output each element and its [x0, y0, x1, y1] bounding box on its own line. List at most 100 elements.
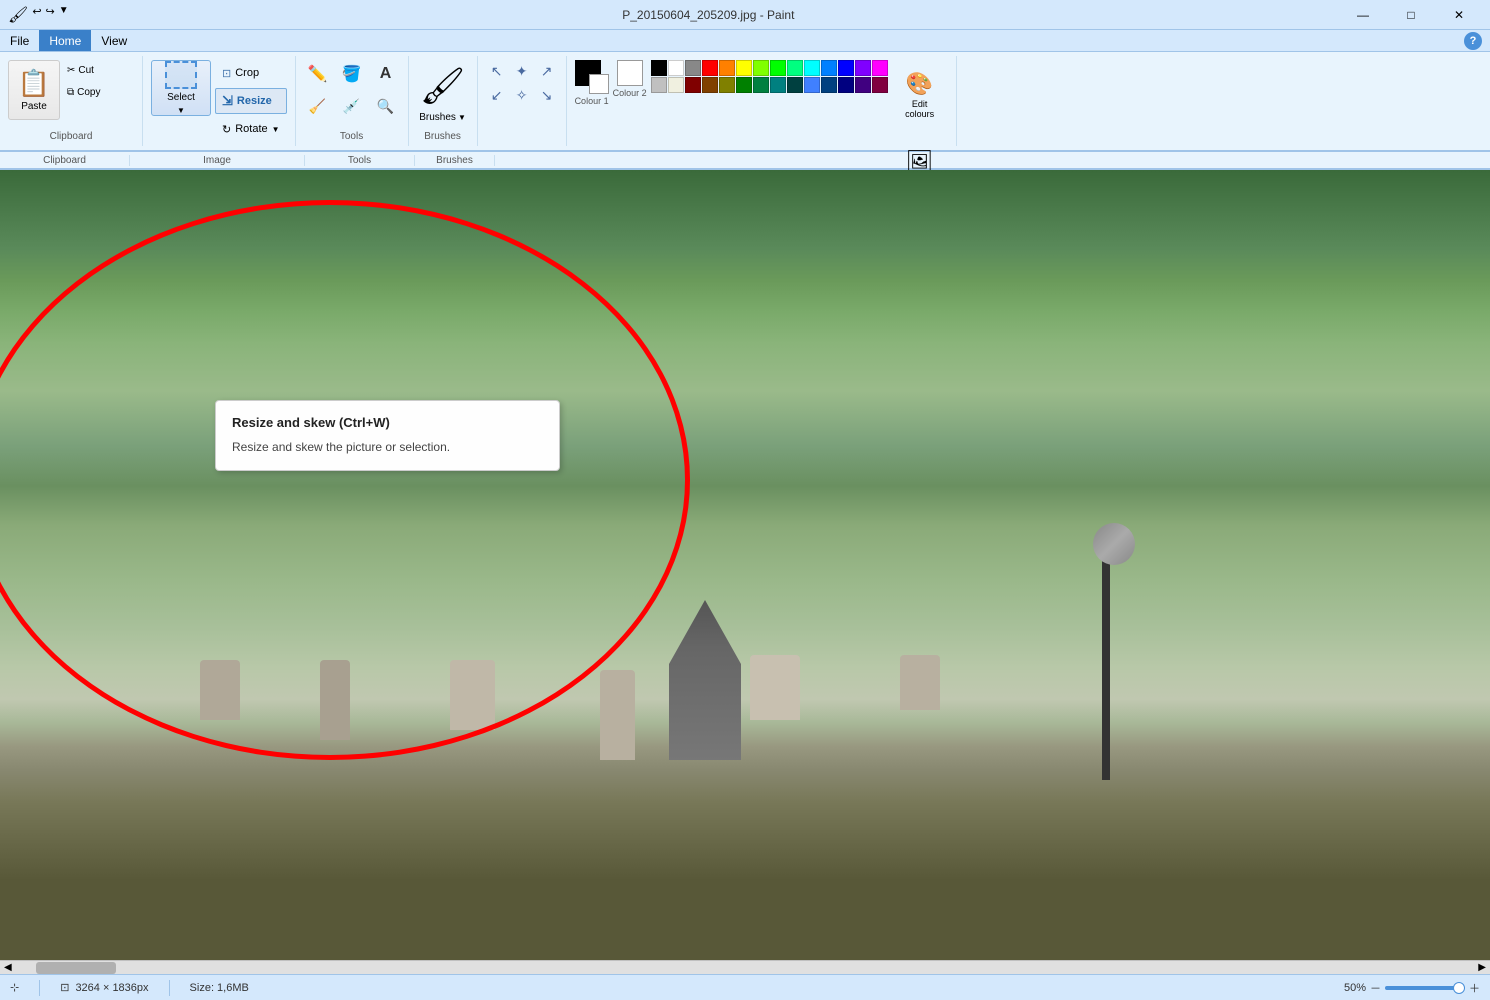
maximize-button[interactable]: □	[1388, 0, 1434, 30]
statusbar-sep-1	[39, 980, 40, 996]
zoom-bar: 50% － ＋	[1344, 980, 1480, 996]
color-cream[interactable]	[668, 77, 684, 93]
color-dcyan[interactable]	[770, 77, 786, 93]
color-magenta[interactable]	[872, 77, 888, 93]
ribbon-content: 📋 Paste ✂ Cut ⧉ Copy Clipboard	[0, 52, 1490, 152]
horizontal-scrollbar[interactable]: ◀ ▶	[0, 960, 1490, 974]
crop-button[interactable]: ⊡ Crop	[215, 60, 287, 86]
color-cyan[interactable]	[804, 60, 820, 76]
select-dropdown-icon: ▼	[177, 106, 185, 115]
shape-arrow3[interactable]: ↙	[486, 84, 508, 106]
statusbar-dimensions-section: ⊡ 3264 × 1836px	[60, 981, 148, 994]
menu-file[interactable]: File	[0, 30, 39, 51]
statusbar-filesize: Size: 1,6MB	[190, 982, 249, 994]
scrollbar-thumb[interactable]	[36, 962, 116, 974]
zoom-minus-button[interactable]: －	[1370, 980, 1381, 996]
color-black[interactable]	[651, 60, 667, 76]
color-dlteal[interactable]	[787, 77, 803, 93]
tombstone-1	[200, 660, 240, 720]
lamp-head	[1093, 523, 1135, 565]
text-tool[interactable]: A	[372, 60, 400, 88]
copy-icon: ⧉	[67, 87, 74, 98]
copy-button[interactable]: ⧉ Copy	[64, 82, 134, 102]
shapes-section: ↖ ✦ ↗ ↙ ✧ ↘	[478, 56, 567, 146]
color-white[interactable]	[668, 60, 684, 76]
shape-star[interactable]: ✧	[511, 84, 533, 106]
color-sky[interactable]	[804, 77, 820, 93]
clipboard-section: 📋 Paste ✂ Cut ⧉ Copy Clipboard	[0, 56, 143, 146]
colorpick-tool[interactable]: 💉	[338, 92, 366, 120]
clipboard-label: Clipboard	[50, 131, 93, 142]
color-purple[interactable]	[855, 60, 871, 76]
color-row-2	[651, 77, 888, 93]
minimize-button[interactable]: —	[1340, 0, 1386, 30]
tombstone-2	[320, 660, 350, 740]
crop-icon: ⊡	[222, 67, 231, 80]
zoom-plus-button[interactable]: ＋	[1469, 980, 1480, 996]
shape-arrow2[interactable]: ↗	[536, 60, 558, 82]
color-yellow[interactable]	[736, 60, 752, 76]
ribbon-labels: Clipboard Image Tools Brushes	[0, 152, 1490, 170]
close-button[interactable]: ✕	[1436, 0, 1482, 30]
pencil-tool[interactable]: ✏️	[304, 60, 332, 88]
brushes-section-label: Brushes	[424, 131, 461, 142]
scroll-left-button[interactable]: ◀	[0, 962, 16, 973]
colour2-group: Colour 2	[613, 60, 647, 98]
color-olive[interactable]	[719, 77, 735, 93]
scroll-right-button[interactable]: ▶	[1474, 962, 1490, 973]
help-icon[interactable]: ?	[1464, 32, 1482, 50]
eraser-tool[interactable]: 🧹	[304, 92, 332, 120]
color-green[interactable]	[770, 60, 786, 76]
edit-colours-icon: 🎨	[906, 71, 933, 97]
paste-label: Paste	[21, 101, 47, 112]
shape-sparkle[interactable]: ✦	[511, 60, 533, 82]
zoom-slider-thumb[interactable]	[1453, 982, 1465, 994]
color-indigo[interactable]	[855, 77, 871, 93]
statusbar: ⊹ ⊡ 3264 × 1836px Size: 1,6MB 50% － ＋	[0, 974, 1490, 1000]
fill-tool[interactable]: 🪣	[338, 60, 366, 88]
color-lblue[interactable]	[821, 60, 837, 76]
scissors-icon: ✂	[67, 65, 75, 76]
color-maroon[interactable]	[685, 77, 701, 93]
shape-arrow1[interactable]: ↖	[486, 60, 508, 82]
color-blue[interactable]	[838, 60, 854, 76]
color-dblue[interactable]	[821, 77, 837, 93]
colour1-fg	[589, 74, 609, 94]
color-orange[interactable]	[719, 60, 735, 76]
image-right-group: ⊡ Crop ⇲ Resize ↻ Rotate ▼	[215, 60, 287, 142]
resize-button[interactable]: ⇲ Resize	[215, 88, 287, 114]
rotate-button[interactable]: ↻ Rotate ▼	[215, 116, 287, 142]
color-teal[interactable]	[787, 60, 803, 76]
shape-arrow4[interactable]: ↘	[536, 84, 558, 106]
color-lime[interactable]	[753, 60, 769, 76]
color-lgray[interactable]	[651, 77, 667, 93]
statusbar-zoom: 50%	[1344, 982, 1366, 994]
select-group: Select ▼	[151, 60, 211, 116]
paste-button[interactable]: 📋 Paste	[8, 60, 60, 120]
menu-home[interactable]: Home	[39, 30, 91, 51]
clipboard-small-buttons: ✂ Cut ⧉ Copy	[64, 60, 134, 102]
magnify-tool[interactable]: 🔍	[372, 92, 400, 120]
brushes-dropdown-icon: ▼	[458, 113, 466, 122]
colour1-swatch[interactable]	[575, 60, 609, 94]
colour1-label: Colour 1	[575, 96, 609, 106]
color-red[interactable]	[702, 60, 718, 76]
color-brown[interactable]	[702, 77, 718, 93]
color-pink[interactable]	[872, 60, 888, 76]
color-dgreen[interactable]	[736, 77, 752, 93]
brushes-icon[interactable]: 🖌	[417, 60, 469, 112]
app-icon: 🖌	[8, 5, 28, 25]
zoom-slider[interactable]	[1385, 986, 1465, 990]
color-dgray[interactable]	[685, 60, 701, 76]
select-button[interactable]: Select ▼	[151, 60, 211, 116]
undo-icon[interactable]: ↩	[32, 5, 41, 25]
color-navy[interactable]	[838, 77, 854, 93]
menu-view[interactable]: View	[91, 30, 137, 51]
redo-icon[interactable]: ↪	[46, 5, 55, 25]
cut-button[interactable]: ✂ Cut	[64, 60, 134, 80]
color-dteal[interactable]	[753, 77, 769, 93]
window-title: P_20150604_205209.jpg - Paint	[77, 8, 1340, 22]
colour2-swatch[interactable]	[617, 60, 643, 86]
edit-colours-button[interactable]: 🎨 Edit colours	[896, 60, 944, 130]
quickaccess-icon[interactable]: ▼	[59, 5, 69, 25]
